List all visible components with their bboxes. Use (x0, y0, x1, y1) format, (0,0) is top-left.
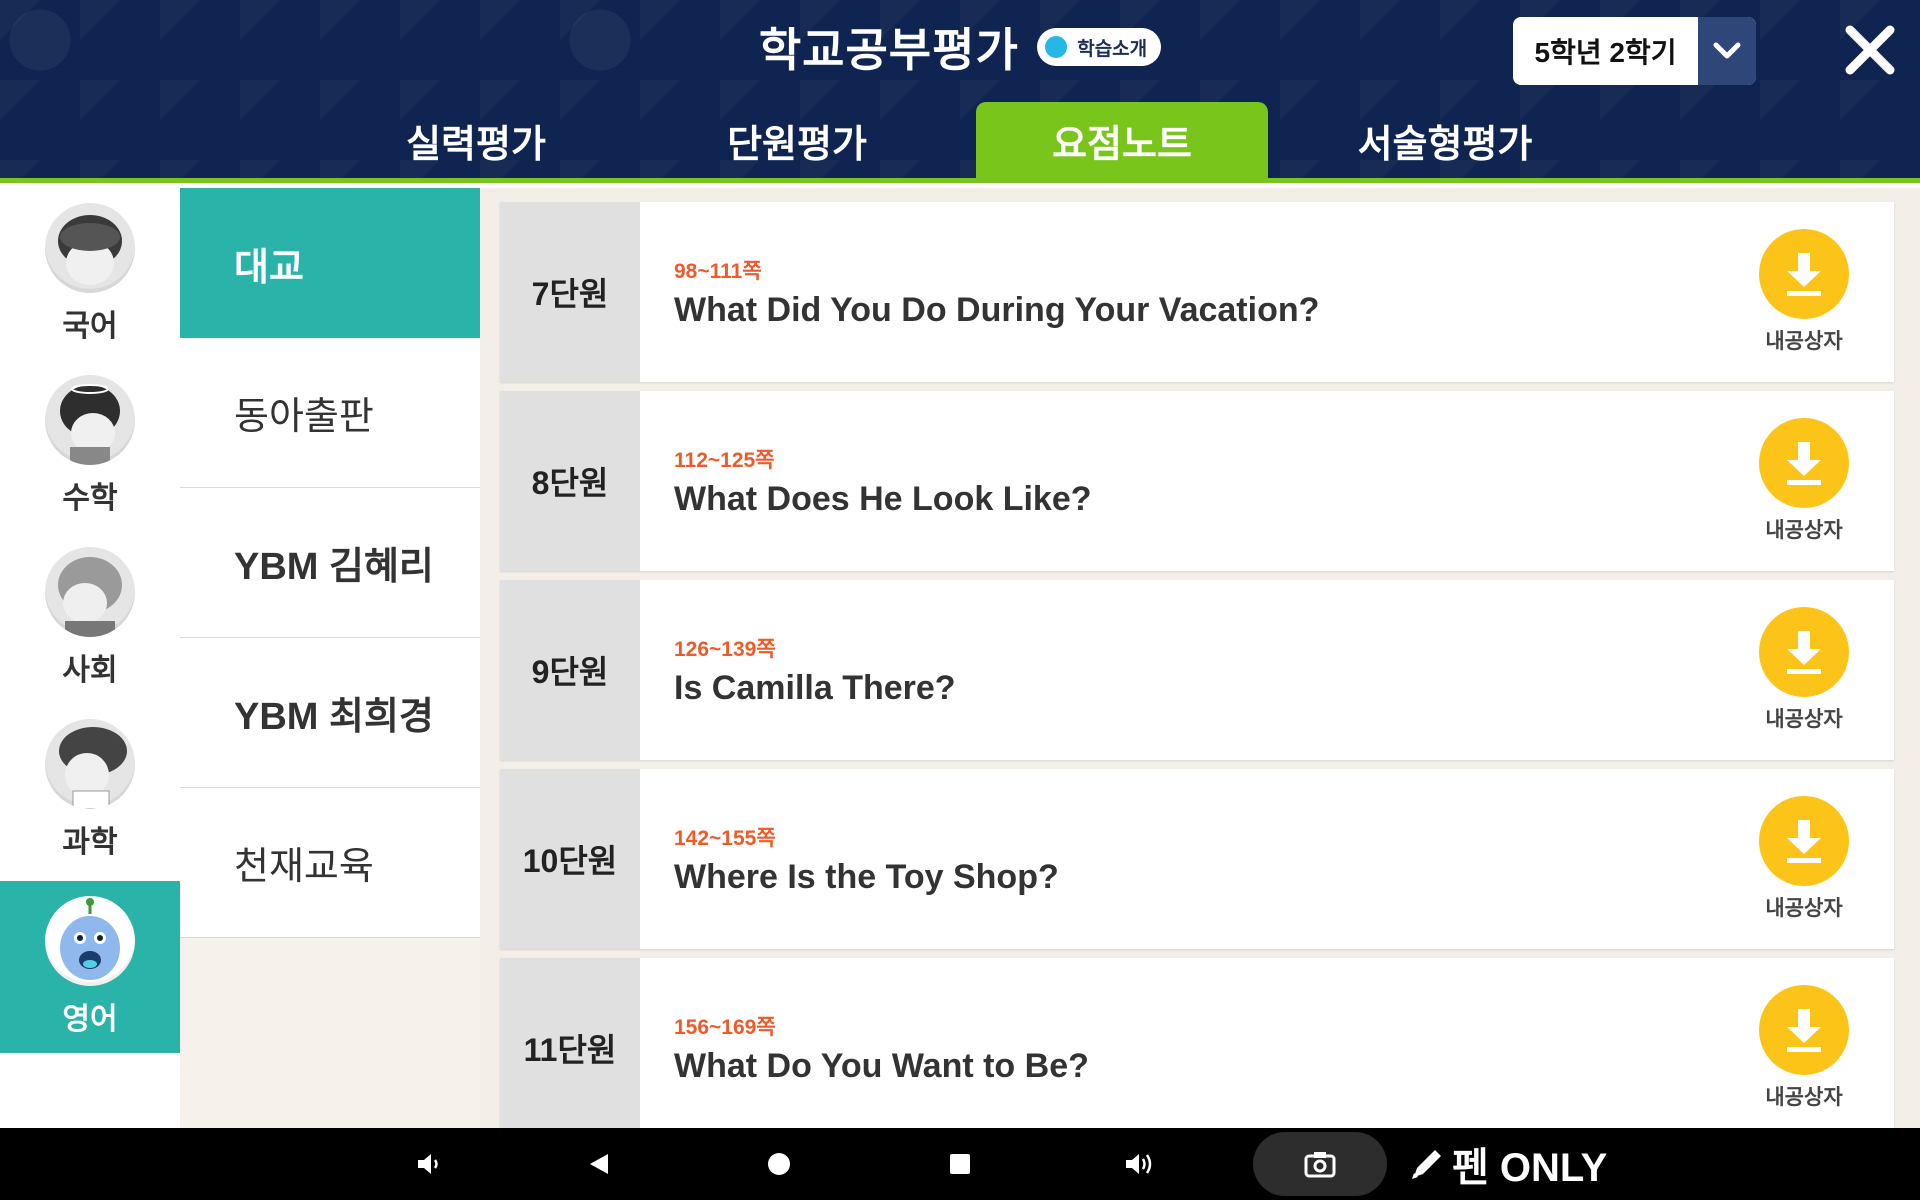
download-button[interactable]: 내공상자 (1714, 958, 1894, 1128)
home-icon[interactable] (754, 1128, 804, 1200)
download-icon (1759, 607, 1849, 697)
app-header: 학교공부평가 학습소개 5학년 2학기 실력평가 단원평가 요점노트 서술형평가 (0, 0, 1920, 183)
download-icon (1759, 229, 1849, 319)
unit-title: What Did You Do During Your Vacation? (674, 290, 1320, 329)
download-label: 내공상자 (1765, 1086, 1843, 1109)
camera-icon[interactable] (1253, 1132, 1387, 1196)
download-button[interactable]: 내공상자 (1714, 580, 1894, 760)
unit-pages: 126~139쪽 (674, 637, 776, 661)
download-icon (1759, 985, 1849, 1075)
subject-label: 과학 (62, 826, 118, 859)
subject-english[interactable]: 영어 (0, 881, 180, 1053)
subject-label: 영어 (62, 1003, 118, 1036)
unit-title: What Does He Look Like? (674, 479, 1092, 518)
subject-math[interactable]: 수학 (0, 360, 180, 532)
download-icon (1759, 418, 1849, 508)
unit-info: 98~111쪽 What Did You Do During Your Vaca… (640, 202, 1714, 382)
tab-bar: 실력평가 단원평가 요점노트 서술형평가 (0, 102, 1920, 178)
avatar (45, 719, 135, 809)
unit-info: 112~125쪽 What Does He Look Like? (640, 391, 1714, 571)
download-button[interactable]: 내공상자 (1714, 202, 1894, 382)
list-item[interactable]: 8단원 112~125쪽 What Does He Look Like? 내공상… (500, 391, 1894, 571)
pen-only-label: 펜 ONLY (1452, 1146, 1608, 1190)
download-label: 내공상자 (1765, 897, 1843, 920)
download-label: 내공상자 (1765, 330, 1843, 353)
close-icon[interactable] (1840, 20, 1900, 80)
unit-pages: 142~155쪽 (674, 826, 776, 850)
system-nav-bar: 펜 ONLY (0, 1128, 1920, 1200)
unit-list: 7단원 98~111쪽 What Did You Do During Your … (480, 188, 1920, 1128)
unit-info: 156~169쪽 What Do You Want to Be? (640, 958, 1714, 1128)
unit-info: 142~155쪽 Where Is the Toy Shop? (640, 769, 1714, 949)
publisher-ybm-choi[interactable]: YBM 최희경 (180, 638, 480, 788)
unit-pages: 156~169쪽 (674, 1015, 776, 1039)
robot-avatar-icon (45, 896, 135, 986)
publisher-nav: 대교 동아출판 YBM 김혜리 YBM 최희경 천재교육 (180, 188, 488, 1128)
publisher-donga[interactable]: 동아출판 (180, 338, 480, 488)
tab-skill-test[interactable]: 실력평가 (330, 102, 622, 178)
chevron-down-icon[interactable] (1698, 17, 1756, 85)
publisher-chunjae[interactable]: 천재교육 (180, 788, 480, 938)
subject-nav: 국어 수학 사회 과학 영어 (0, 188, 180, 1128)
unit-title: What Do You Want to Be? (674, 1046, 1089, 1085)
grade-select-value: 5학년 2학기 (1534, 37, 1677, 68)
unit-number: 8단원 (500, 391, 640, 571)
volume-down-icon[interactable] (404, 1128, 454, 1200)
list-item[interactable]: 7단원 98~111쪽 What Did You Do During Your … (500, 202, 1894, 382)
subject-korean[interactable]: 국어 (0, 188, 180, 360)
subject-label: 국어 (62, 310, 118, 343)
download-label: 내공상자 (1765, 708, 1843, 731)
unit-title: Is Camilla There? (674, 668, 956, 707)
tab-key-notes[interactable]: 요점노트 (976, 102, 1268, 178)
volume-up-icon[interactable] (1114, 1128, 1164, 1200)
recents-icon[interactable] (935, 1128, 985, 1200)
publisher-daekyo[interactable]: 대교 (180, 188, 488, 338)
download-button[interactable]: 내공상자 (1714, 391, 1894, 571)
back-icon[interactable] (574, 1128, 624, 1200)
intro-button[interactable]: 학습소개 (1037, 28, 1162, 66)
unit-title: Where Is the Toy Shop? (674, 857, 1059, 896)
page-title: 학교공부평가 (758, 24, 1019, 76)
intro-dot-icon (1045, 36, 1068, 58)
subject-science[interactable]: 과학 (0, 704, 180, 876)
unit-number: 11단원 (500, 958, 640, 1128)
subject-social[interactable]: 사회 (0, 532, 180, 704)
list-item[interactable]: 10단원 142~155쪽 Where Is the Toy Shop? 내공상… (500, 769, 1894, 949)
unit-pages: 112~125쪽 (674, 448, 775, 472)
download-icon (1759, 796, 1849, 886)
list-item[interactable]: 9단원 126~139쪽 Is Camilla There? 내공상자 (500, 580, 1894, 760)
subject-label: 수학 (62, 482, 118, 515)
download-button[interactable]: 내공상자 (1714, 769, 1894, 949)
intro-button-label: 학습소개 (1077, 38, 1148, 60)
unit-number: 7단원 (500, 202, 640, 382)
list-item[interactable]: 11단원 156~169쪽 What Do You Want to Be? 내공… (500, 958, 1894, 1128)
publisher-ybm-kim[interactable]: YBM 김혜리 (180, 488, 480, 638)
unit-number: 9단원 (500, 580, 640, 760)
unit-pages: 98~111쪽 (674, 259, 762, 283)
avatar (45, 203, 135, 293)
subject-label: 사회 (62, 654, 118, 687)
download-label: 내공상자 (1765, 519, 1843, 542)
pen-icon (1408, 1145, 1446, 1183)
avatar (45, 375, 135, 465)
avatar (45, 547, 135, 637)
unit-number: 10단원 (500, 769, 640, 949)
tab-essay-test[interactable]: 서술형평가 (1299, 102, 1591, 178)
unit-info: 126~139쪽 Is Camilla There? (640, 580, 1714, 760)
grade-select[interactable]: 5학년 2학기 (1513, 17, 1756, 85)
tab-unit-test[interactable]: 단원평가 (651, 102, 943, 178)
pen-only-toggle[interactable]: 펜 ONLY (1408, 1128, 1607, 1200)
